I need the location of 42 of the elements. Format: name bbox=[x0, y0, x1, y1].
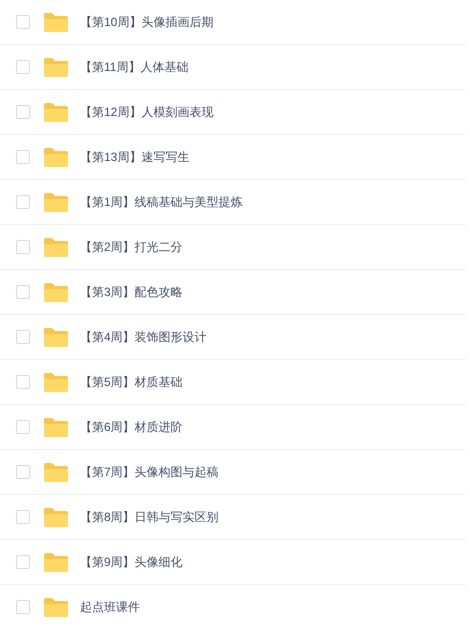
folder-icon bbox=[43, 192, 69, 212]
folder-icon bbox=[43, 372, 69, 392]
checkbox[interactable] bbox=[16, 60, 30, 74]
folder-name[interactable]: 【第1周】线稿基础与美型提炼 bbox=[80, 193, 243, 211]
folder-icon bbox=[43, 596, 69, 618]
checkbox[interactable] bbox=[16, 465, 30, 479]
checkbox[interactable] bbox=[16, 105, 30, 119]
checkbox[interactable] bbox=[16, 150, 30, 164]
folder-name[interactable]: 【第5周】材质基础 bbox=[80, 373, 183, 391]
folder-name[interactable]: 【第9周】头像细化 bbox=[80, 553, 183, 571]
folder-icon bbox=[43, 506, 69, 528]
folder-name[interactable]: 【第10周】头像插画后期 bbox=[80, 13, 214, 31]
checkbox[interactable] bbox=[16, 375, 30, 389]
folder-icon bbox=[43, 146, 69, 168]
folder-icon bbox=[43, 236, 69, 258]
folder-name[interactable]: 【第3周】配色攻略 bbox=[80, 283, 183, 301]
folder-icon bbox=[43, 282, 69, 302]
folder-icon bbox=[43, 552, 69, 572]
folder-name[interactable]: 【第12周】人模刻画表现 bbox=[80, 103, 214, 121]
checkbox[interactable] bbox=[16, 240, 30, 254]
checkbox[interactable] bbox=[16, 555, 30, 569]
folder-icon bbox=[43, 416, 69, 438]
checkbox[interactable] bbox=[16, 15, 30, 29]
folder-name[interactable]: 【第8周】日韩与写实区别 bbox=[80, 508, 219, 526]
checkbox[interactable] bbox=[16, 195, 30, 209]
folder-name[interactable]: 【第2周】打光二分 bbox=[80, 238, 183, 256]
checkbox[interactable] bbox=[16, 285, 30, 299]
folder-name[interactable]: 【第4周】装饰图形设计 bbox=[80, 328, 207, 346]
folder-icon bbox=[43, 462, 69, 482]
checkbox[interactable] bbox=[16, 600, 30, 614]
folder-icon bbox=[43, 326, 69, 348]
checkbox[interactable] bbox=[16, 510, 30, 524]
folder-icon bbox=[43, 12, 69, 32]
folder-name[interactable]: 【第13周】速写写生 bbox=[80, 148, 190, 166]
folder-name[interactable]: 起点班课件 bbox=[80, 598, 140, 616]
checkbox[interactable] bbox=[16, 420, 30, 434]
folder-name[interactable]: 【第7周】头像构图与起稿 bbox=[80, 463, 219, 481]
checkbox[interactable] bbox=[16, 330, 30, 344]
folder-name[interactable]: 【第6周】材质进阶 bbox=[80, 418, 183, 436]
folder-name[interactable]: 【第11周】人体基础 bbox=[80, 58, 188, 76]
folder-icon bbox=[43, 56, 69, 78]
folder-icon bbox=[43, 102, 69, 122]
